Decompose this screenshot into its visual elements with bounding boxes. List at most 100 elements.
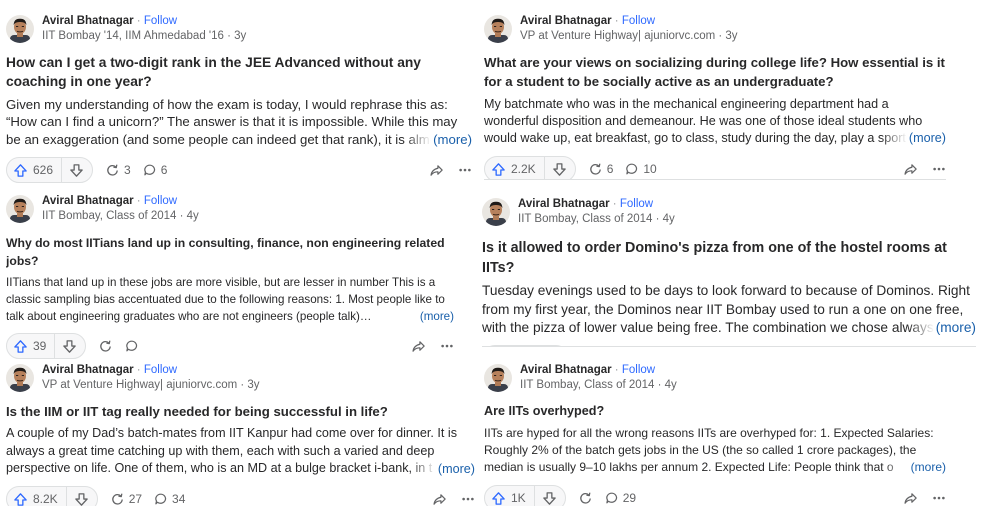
follow-button[interactable]: Follow — [622, 364, 655, 376]
avatar[interactable] — [482, 198, 510, 226]
arrow-up-icon — [13, 339, 28, 354]
author-row: Aviral Bhatnagar · Follow IIT Bombay, Cla… — [6, 192, 454, 226]
upvote-button[interactable]: 626 — [7, 158, 63, 182]
follow-button[interactable]: Follow — [144, 364, 177, 376]
overflow-menu-button[interactable] — [458, 163, 472, 177]
follow-button[interactable]: Follow — [144, 15, 177, 27]
downvote-button[interactable] — [67, 487, 97, 506]
share-button[interactable] — [429, 163, 444, 178]
upvote-count: 39 — [33, 339, 47, 353]
action-bar: 68927 — [482, 345, 976, 347]
follow-button[interactable]: Follow — [144, 195, 177, 207]
overflow-menu-button[interactable] — [461, 492, 475, 506]
share-button[interactable] — [432, 492, 447, 506]
more-link[interactable]: (more) — [409, 460, 475, 478]
downvote-button[interactable] — [545, 157, 575, 179]
author-credential: IIT Bombay, Class of 2014 · 4y — [520, 379, 677, 391]
author-name[interactable]: Aviral Bhatnagar — [520, 364, 612, 376]
avatar[interactable] — [6, 364, 34, 392]
reshare-button[interactable]: 6 — [588, 162, 613, 177]
upvote-button[interactable]: 1K — [485, 486, 535, 506]
question-title[interactable]: Is it allowed to order Domino's pizza fr… — [482, 238, 976, 278]
follow-button[interactable]: Follow — [620, 198, 653, 210]
avatar[interactable] — [484, 15, 512, 43]
comment-count: 29 — [622, 491, 637, 505]
share-button[interactable] — [411, 339, 426, 354]
upvote-button[interactable]: 2.2K — [485, 157, 545, 179]
reshare-button[interactable]: 3 — [105, 163, 131, 178]
author-name[interactable]: Aviral Bhatnagar — [42, 15, 134, 27]
upvote-count: 1K — [511, 491, 526, 505]
question-title[interactable]: Is the IIM or IIT tag really needed for … — [6, 402, 475, 421]
vote-pill: 2.2K — [484, 156, 576, 179]
reshare-button[interactable] — [578, 491, 593, 506]
answer-preview[interactable]: IITians that land up in these jobs are m… — [6, 274, 454, 325]
answer-text: A couple of my Dad’s batch-mates from II… — [6, 426, 458, 475]
follow-button[interactable]: Follow — [622, 15, 655, 27]
reshare-icon — [588, 162, 603, 177]
more-link[interactable]: (more) — [391, 308, 454, 325]
downvote-button[interactable] — [535, 486, 565, 506]
more-link[interactable]: (more) — [405, 130, 472, 148]
answer-preview[interactable]: Tuesday evenings used to be days to look… — [482, 282, 976, 337]
share-button[interactable] — [903, 491, 918, 506]
more-link[interactable]: (more) — [907, 318, 976, 337]
share-button[interactable] — [903, 162, 918, 177]
reshare-icon — [110, 492, 125, 506]
comment-button[interactable]: 6 — [143, 163, 167, 177]
author-name[interactable]: Aviral Bhatnagar — [42, 195, 134, 207]
author-credential: IIT Bombay, Class of 2014 · 4y — [518, 213, 675, 225]
ellipsis-icon — [932, 491, 946, 505]
overflow-menu-button[interactable] — [440, 339, 454, 353]
arrow-up-icon — [13, 163, 28, 178]
comment-count: 10 — [643, 162, 657, 176]
more-link[interactable]: (more) — [880, 130, 946, 147]
reshare-count: 27 — [128, 492, 143, 506]
answer-text: Tuesday evenings used to be days to look… — [482, 283, 975, 335]
reshare-button[interactable] — [98, 339, 113, 354]
author-name[interactable]: Aviral Bhatnagar — [42, 364, 134, 376]
arrow-up-icon — [491, 162, 506, 177]
upvote-count: 8.2K — [33, 492, 58, 506]
more-link[interactable]: (more) — [882, 459, 946, 476]
avatar[interactable] — [6, 15, 34, 43]
question-title[interactable]: Are IITs overhyped? — [484, 402, 946, 421]
author-name[interactable]: Aviral Bhatnagar — [518, 198, 610, 210]
downvote-button[interactable] — [62, 158, 92, 182]
reshare-icon — [98, 339, 113, 354]
share-icon — [429, 163, 444, 178]
reshare-icon — [105, 163, 120, 178]
question-title[interactable]: How can I get a two-digit rank in the JE… — [6, 53, 472, 91]
comment-button[interactable]: 10 — [625, 162, 657, 176]
upvote-button[interactable]: 689 — [483, 346, 538, 347]
answer-text: IITs are hyped for all the wrong reasons… — [484, 426, 934, 474]
answer-preview[interactable]: A couple of my Dad’s batch-mates from II… — [6, 425, 475, 478]
upvote-button[interactable]: 8.2K — [7, 487, 67, 506]
author-row: Aviral Bhatnagar · Follow IIT Bombay, Cla… — [484, 361, 946, 395]
upvote-button[interactable]: 39 — [7, 334, 56, 358]
downvote-button[interactable] — [538, 346, 568, 347]
action-bar: 39 — [6, 333, 454, 359]
comment-button[interactable]: 34 — [154, 492, 185, 506]
comment-button[interactable] — [125, 339, 139, 353]
overflow-menu-button[interactable] — [932, 162, 946, 176]
separator-dot: · — [133, 195, 144, 207]
question-title[interactable]: What are your views on socializing durin… — [484, 53, 946, 91]
author-name[interactable]: Aviral Bhatnagar — [520, 15, 612, 27]
ellipsis-icon — [458, 163, 472, 177]
answer-preview[interactable]: Given my understanding of how the exam i… — [6, 96, 472, 148]
author-row: Aviral Bhatnagar · Follow IIT Bombay, Cla… — [482, 195, 976, 229]
overflow-menu-button[interactable] — [932, 491, 946, 505]
answer-card: Aviral Bhatnagar · Follow VP at Venture H… — [484, 12, 946, 180]
comment-icon — [143, 163, 157, 177]
author-credential: VP at Venture Highway| ajuniorvc.com · 3… — [42, 379, 260, 391]
avatar[interactable] — [484, 364, 512, 392]
answer-preview[interactable]: IITs are hyped for all the wrong reasons… — [484, 425, 946, 476]
reshare-button[interactable]: 27 — [110, 492, 142, 506]
question-title[interactable]: Why do most IITians land up in consultin… — [6, 234, 454, 270]
downvote-button[interactable] — [55, 334, 85, 358]
avatar[interactable] — [6, 195, 34, 223]
comment-button[interactable]: 29 — [605, 491, 636, 505]
separator-dot: · — [611, 364, 622, 376]
answer-preview[interactable]: My batchmate who was in the mechanical e… — [484, 96, 946, 147]
